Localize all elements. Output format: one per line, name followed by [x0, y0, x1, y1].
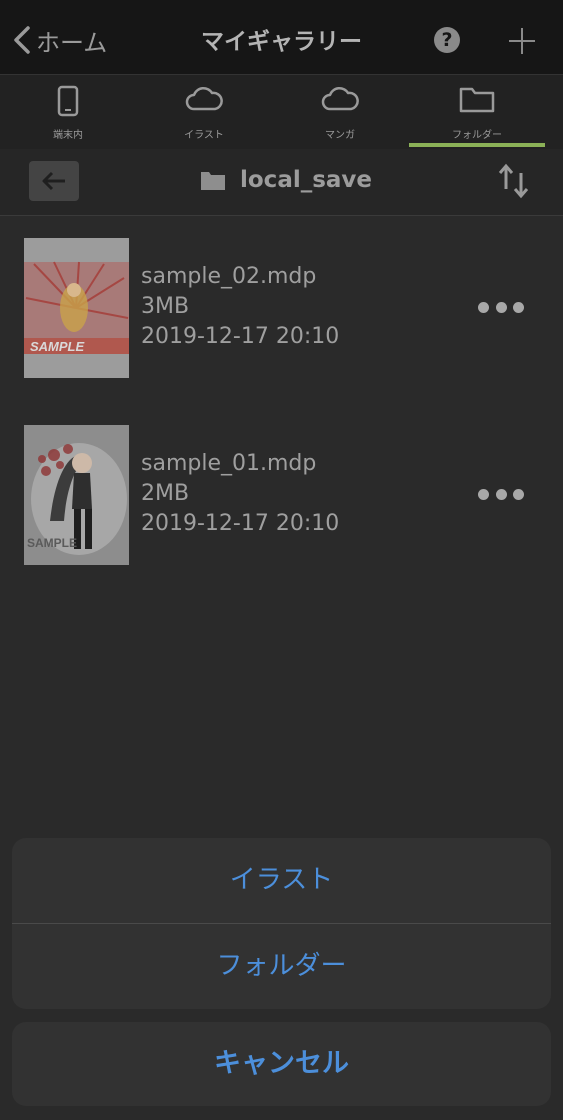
- file-thumbnail: SAMPLE: [24, 425, 129, 565]
- navigation-bar: ホーム マイギャラリー ?: [0, 0, 563, 75]
- arrow-left-icon: [42, 171, 65, 191]
- watermark-text: SAMPLE: [27, 536, 77, 550]
- file-name: sample_02.mdp: [141, 264, 317, 289]
- tab-bar: 端末内 イラスト マンガ フォルダー: [0, 75, 563, 149]
- tab-folder[interactable]: フォルダー: [409, 75, 545, 149]
- action-illust-option[interactable]: イラスト: [12, 838, 551, 923]
- tab-device-label: 端末内: [53, 130, 83, 141]
- tab-folder-label: フォルダー: [452, 130, 502, 141]
- file-date: 2019-12-17 20:10: [141, 324, 340, 349]
- tab-manga[interactable]: マンガ: [272, 75, 408, 149]
- parent-folder-button[interactable]: [29, 161, 79, 201]
- list-item[interactable]: SAMPLE sample_02.mdp 3MB 2019-12-17 20:1…: [0, 238, 563, 388]
- file-name: sample_01.mdp: [141, 451, 317, 476]
- tab-device[interactable]: 端末内: [0, 75, 136, 149]
- current-folder: local_save: [200, 167, 372, 193]
- action-sheet: イラスト フォルダー: [12, 838, 551, 1009]
- tab-manga-label: マンガ: [325, 130, 355, 141]
- path-bar: local_save: [0, 149, 563, 216]
- file-size: 3MB: [141, 294, 190, 319]
- sort-icon[interactable]: [497, 159, 531, 203]
- artwork-thumbnail: SAMPLE: [24, 238, 129, 378]
- more-options-icon[interactable]: [478, 486, 524, 502]
- list-item[interactable]: SAMPLE sample_01.mdp 2MB 2019-12-17 20:1…: [0, 425, 563, 575]
- cloud-icon: [321, 86, 359, 111]
- chevron-left-icon: [14, 26, 30, 54]
- add-icon[interactable]: [507, 26, 537, 56]
- folder-icon: [201, 172, 225, 190]
- action-folder-option[interactable]: フォルダー: [12, 924, 551, 1009]
- file-date: 2019-12-17 20:10: [141, 511, 340, 536]
- more-options-icon[interactable]: [478, 299, 524, 315]
- cancel-button[interactable]: キャンセル: [12, 1022, 551, 1106]
- artwork-thumbnail: SAMPLE: [24, 425, 129, 565]
- folder-name: local_save: [240, 167, 373, 193]
- file-thumbnail: SAMPLE: [24, 238, 129, 378]
- watermark-text: SAMPLE: [30, 339, 85, 354]
- tab-illust[interactable]: イラスト: [136, 75, 272, 149]
- tab-illust-label: イラスト: [184, 130, 224, 141]
- back-button[interactable]: ホーム: [12, 20, 107, 60]
- back-label: ホーム: [36, 28, 108, 57]
- cloud-icon: [185, 86, 223, 111]
- help-icon[interactable]: ?: [434, 27, 460, 53]
- tab-selected-indicator: [409, 143, 545, 147]
- phone-icon: [57, 85, 79, 117]
- folder-icon: [459, 87, 495, 113]
- file-size: 2MB: [141, 481, 190, 506]
